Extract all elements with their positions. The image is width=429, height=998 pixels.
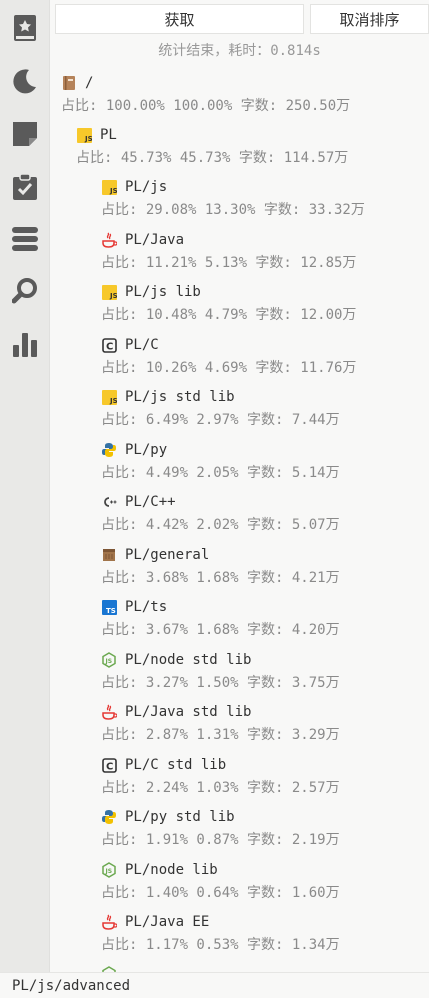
entry-path: PL/C (125, 337, 159, 353)
ts-icon: TS (101, 599, 117, 615)
node-icon: JS (101, 862, 117, 878)
entry-path: PL/py (125, 442, 168, 458)
entry-path: PL/js lib (125, 284, 201, 300)
svg-text:JS: JS (105, 658, 113, 665)
entry-stat: 占比: 4.42% 2.02% 字数: 5.07万 (101, 517, 340, 533)
cpp-icon (101, 494, 117, 510)
svg-text:C: C (106, 761, 113, 772)
entry-stat: 占比: 3.67% 1.68% 字数: 4.20万 (101, 622, 340, 638)
entry-path: PL/general (125, 547, 210, 563)
entry-stat: 占比: 2.87% 1.31% 字数: 3.29万 (101, 727, 340, 743)
tree-entry[interactable]: PL/Java 占比: 11.21% 5.13% 字数: 12.85万 (101, 230, 356, 272)
entry-stat: 占比: 10.26% 4.69% 字数: 11.76万 (101, 360, 357, 376)
java-icon (101, 232, 117, 248)
svg-text:TS: TS (106, 607, 116, 615)
note-icon[interactable] (11, 120, 39, 148)
entry-stat: 占比: 3.27% 1.50% 字数: 3.75万 (101, 675, 340, 691)
tree-entry[interactable]: C PL/C std lib 占比: 2.24% 1.03% 字数: 2.57万 (101, 755, 340, 797)
svg-text:JS: JS (84, 135, 92, 143)
tree-entry[interactable]: JS PL/node std lib 占比: 3.27% 1.50% 字数: 3.… (101, 650, 340, 692)
tree-entry[interactable]: PL/py std lib 占比: 1.91% 0.87% 字数: 2.19万 (101, 807, 340, 849)
search-icon[interactable] (11, 277, 39, 305)
tree-entry[interactable]: JS PL/js 占比: 29.08% 13.30% 字数: 33.32万 (101, 177, 365, 219)
tree-entry[interactable]: TS PL/ts 占比: 3.67% 1.68% 字数: 4.20万 (101, 597, 340, 639)
entry-path: PL/node lib (125, 862, 218, 878)
entry-path: PL/node std lib (125, 652, 252, 668)
stats-panel: 获取 取消排序 统计结束，耗时：0.814s / 占比: 100.00% 100… (50, 0, 429, 998)
js-icon: JS (101, 389, 117, 405)
python-icon (101, 809, 117, 825)
entry-stat: 占比: 1.91% 0.87% 字数: 2.19万 (101, 832, 340, 848)
entry-path: PL/C std lib (125, 757, 227, 773)
entry-stat: 占比: 45.73% 45.73% 字数: 114.57万 (76, 150, 349, 166)
entry-stat: 占比: 11.21% 5.13% 字数: 12.85万 (101, 255, 357, 271)
notebook-icon (61, 75, 77, 91)
tree-entry[interactable]: PL/Java std lib 占比: 2.87% 1.31% 字数: 3.29… (101, 702, 340, 744)
tree-entry[interactable]: PL/py 占比: 4.49% 2.05% 字数: 5.14万 (101, 440, 340, 482)
svg-text:JS: JS (109, 292, 117, 300)
bar-chart-icon[interactable] (11, 330, 39, 358)
stack-icon[interactable] (11, 225, 39, 253)
entry-path: PL/ts (125, 599, 168, 615)
tree-entry[interactable]: C PL/C 占比: 10.26% 4.69% 字数: 11.76万 (101, 335, 356, 377)
cancel-sort-button[interactable]: 取消排序 (310, 4, 429, 34)
entry-stat: 占比: 100.00% 100.00% 字数: 250.50万 (61, 98, 351, 114)
c-icon: C (101, 757, 117, 773)
bookmark-book-icon[interactable] (11, 14, 39, 42)
svg-text:JS: JS (109, 397, 117, 405)
js-icon: JS (101, 284, 117, 300)
entry-stat: 占比: 29.08% 13.30% 字数: 33.32万 (101, 202, 365, 218)
tree-entry[interactable]: PL/C++ 占比: 4.42% 2.02% 字数: 5.07万 (101, 492, 340, 534)
js-icon: JS (76, 127, 92, 143)
svg-text:JS: JS (109, 187, 117, 195)
entry-stat: 占比: 3.68% 1.68% 字数: 4.21万 (101, 570, 340, 586)
sidebar (0, 0, 50, 998)
svg-text:JS: JS (105, 868, 113, 875)
entry-path: PL/Java EE (125, 914, 210, 930)
c-icon: C (101, 337, 117, 353)
entry-path: PL/py std lib (125, 809, 235, 825)
java-icon (101, 704, 117, 720)
entry-stat: 占比: 4.49% 2.05% 字数: 5.14万 (101, 465, 340, 481)
tree-entry[interactable]: JS PL/js std lib 占比: 6.49% 2.97% 字数: 7.44… (101, 387, 340, 429)
python-icon (101, 442, 117, 458)
tree-entry[interactable]: PL/Java EE 占比: 1.17% 0.53% 字数: 1.34万 (101, 912, 340, 954)
clipboard-check-icon[interactable] (11, 173, 39, 201)
tree-entry[interactable]: / 占比: 100.00% 100.00% 字数: 250.50万 (61, 73, 350, 115)
tree-entry[interactable]: JS PL 占比: 45.73% 45.73% 字数: 114.57万 (76, 125, 348, 167)
entry-path: PL (100, 127, 117, 143)
entry-stat: 占比: 2.24% 1.03% 字数: 2.57万 (101, 780, 340, 796)
node-icon: JS (101, 652, 117, 668)
entry-path: PL/js (125, 179, 168, 195)
tree-entry[interactable]: PL/general 占比: 3.68% 1.68% 字数: 4.21万 (101, 545, 340, 587)
status-text: 统计结束，耗时：0.814s (50, 40, 429, 60)
entry-stat: 占比: 1.17% 0.53% 字数: 1.34万 (101, 937, 340, 953)
svg-text:C: C (106, 341, 113, 352)
js-icon: JS (101, 179, 117, 195)
moon-icon[interactable] (11, 67, 39, 95)
status-elapsed: 0.814s (270, 43, 321, 59)
status-prefix: 统计结束，耗时： (158, 43, 271, 59)
hover-path-bar: PL/js/advanced (0, 972, 429, 998)
box-icon (101, 547, 117, 563)
entry-stat: 占比: 6.49% 2.97% 字数: 7.44万 (101, 412, 340, 428)
entry-path: PL/Java (125, 232, 185, 248)
fetch-button[interactable]: 获取 (55, 4, 304, 34)
entry-stat: 占比: 1.40% 0.64% 字数: 1.60万 (101, 885, 340, 901)
entry-path: PL/C++ (125, 494, 176, 510)
entry-path: / (85, 75, 94, 91)
entry-stat: 占比: 10.48% 4.79% 字数: 12.00万 (101, 307, 357, 323)
entry-path: PL/Java std lib (125, 704, 252, 720)
tree-entry[interactable]: JS PL/js lib 占比: 10.48% 4.79% 字数: 12.00万 (101, 282, 356, 324)
java-icon (101, 914, 117, 930)
entry-path: PL/js std lib (125, 389, 235, 405)
tree-entry[interactable]: JS PL/node lib 占比: 1.40% 0.64% 字数: 1.60万 (101, 860, 340, 902)
